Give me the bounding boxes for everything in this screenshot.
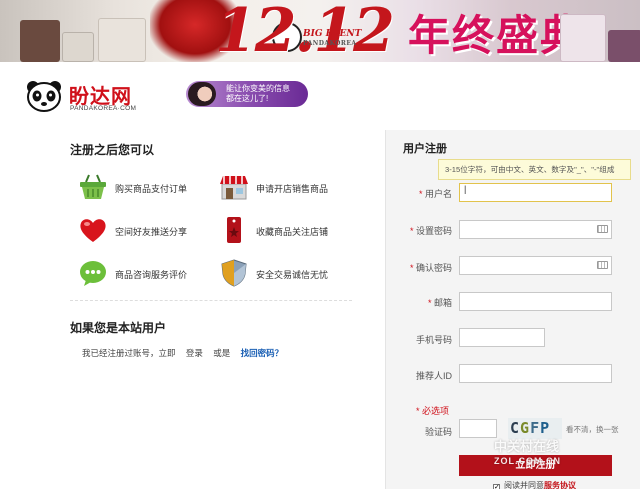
gift-box-decoration <box>20 20 60 62</box>
registration-title: 用户注册 <box>403 143 447 155</box>
feature-label: 收藏商品关注店铺 <box>256 227 329 237</box>
password-label: * 设置密码 <box>409 226 452 236</box>
agree-checkbox[interactable]: ✓ <box>493 484 500 489</box>
captcha-input[interactable] <box>459 419 497 438</box>
login-link[interactable]: 登录 <box>186 348 203 358</box>
keyboard-icon[interactable] <box>597 261 608 269</box>
or-text: 或是 <box>213 348 231 358</box>
member-title: 如果您是本站用户 <box>70 321 167 335</box>
model-portrait-image <box>188 82 216 106</box>
optional-section-title: * 必选项 <box>416 406 450 416</box>
feature-label: 购买商品支付订单 <box>115 184 188 194</box>
login-prompt-line: 我已经注册过账号，立即 登录 或是 找回密码？ <box>82 347 283 359</box>
login-prompt-text: 我已经注册过账号，立即 <box>82 348 176 358</box>
banner-event-label: BIG EVENT PANDAKOREA <box>303 29 362 48</box>
feature-label: 空间好友推送分享 <box>115 227 188 237</box>
referrer-input[interactable] <box>459 364 612 383</box>
email-label: * 邮箱 <box>427 298 452 308</box>
captcha-label: 验证码 <box>424 427 452 437</box>
heart-icon <box>80 219 106 242</box>
keyboard-icon[interactable] <box>597 225 608 233</box>
email-input[interactable] <box>459 292 612 311</box>
refresh-captcha-link[interactable]: 看不清，换一张 <box>566 424 619 435</box>
promo-ad[interactable]: 能让你变美的信息 都在这儿了! <box>186 81 308 107</box>
benefits-title: 注册之后您可以 <box>70 143 155 157</box>
forgot-password-link[interactable]: 找回密码？ <box>241 348 284 358</box>
username-hint-tooltip: 3-15位字符，可由中文、英文、数字及"_"、"-"组成 <box>438 159 631 180</box>
confirm-password-input[interactable] <box>459 256 612 275</box>
chat-bubble-icon <box>80 261 106 286</box>
service-agreement-link[interactable]: 服务协议 <box>544 481 576 489</box>
site-watermark: 中关村在线 ZOL.COM.CN <box>494 439 561 467</box>
storefront-icon <box>220 176 248 200</box>
gift-box-decoration <box>62 32 94 62</box>
shopping-basket-icon <box>80 174 106 199</box>
promo-banner[interactable]: 12.12 BIG EVENT PANDAKOREA 年终盛典 <box>0 0 640 62</box>
username-input[interactable]: | <box>459 183 612 202</box>
feature-label: 申请开店销售商品 <box>256 184 329 194</box>
confirm-password-label: * 确认密码 <box>409 263 452 273</box>
terms-agreement: ✓ 阅读并同意服务协议 <box>493 481 576 489</box>
referrer-label: 推荐人ID <box>415 371 452 381</box>
gift-box-decoration <box>98 18 146 62</box>
phone-input[interactable] <box>459 328 545 347</box>
site-logo[interactable]: 盼达网 PANDAKOREA·COM <box>25 80 155 116</box>
password-input[interactable] <box>459 220 612 239</box>
feature-label: 商品咨询服务评价 <box>115 270 188 280</box>
shield-icon <box>221 259 247 287</box>
section-divider <box>70 300 352 301</box>
bookmark-tag-icon <box>227 217 241 243</box>
feature-label: 安全交易诚信无忧 <box>256 270 329 280</box>
phone-label: 手机号码 <box>415 335 452 345</box>
promo-text: 能让你变美的信息 都在这儿了! <box>226 84 290 103</box>
banner-title: 年终盛典 <box>408 11 585 60</box>
captcha-image[interactable]: CGFP <box>508 418 562 439</box>
panda-logo-icon <box>27 81 61 112</box>
username-label: * 用户名 <box>418 189 452 199</box>
logo-domain: PANDAKOREA·COM <box>70 105 137 112</box>
gift-box-decoration <box>560 14 606 62</box>
gift-box-decoration <box>608 30 640 62</box>
